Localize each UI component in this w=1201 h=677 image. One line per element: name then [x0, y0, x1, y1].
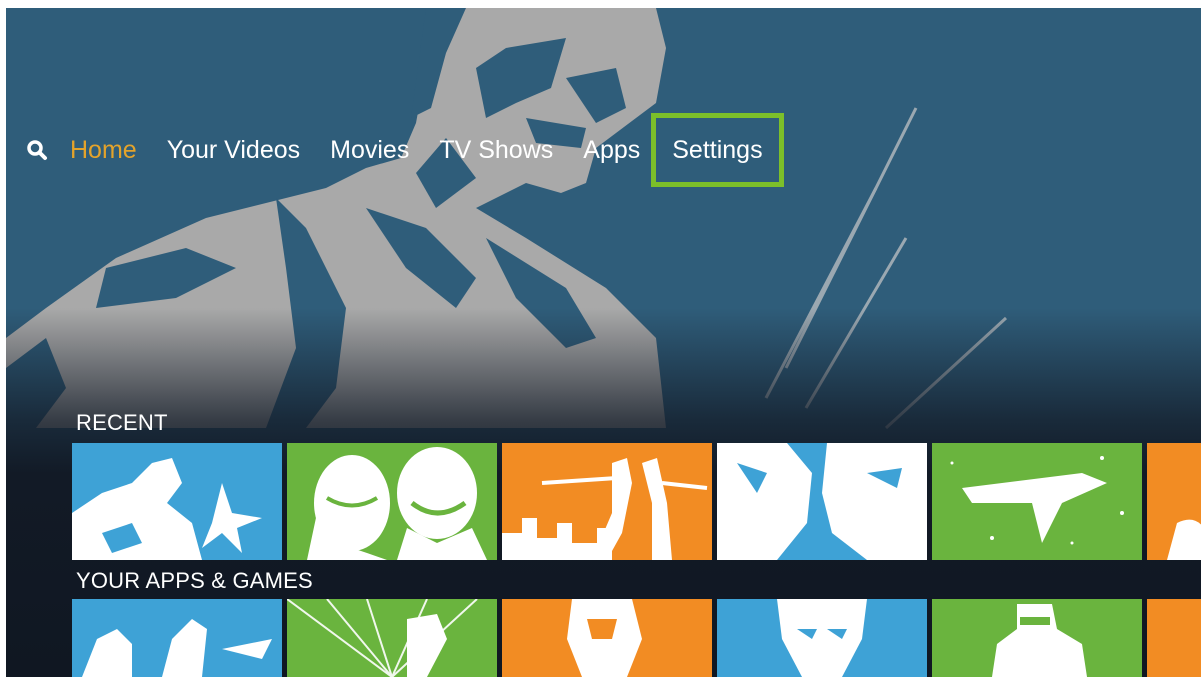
- recent-tile-2[interactable]: [287, 443, 497, 560]
- apps-row-title: YOUR APPS & GAMES: [76, 568, 313, 593]
- nav-item-movies[interactable]: Movies: [330, 128, 409, 172]
- nav-item-tv-shows[interactable]: TV Shows: [439, 128, 553, 172]
- top-nav: Home Your Videos Movies TV Shows Apps Se…: [26, 113, 809, 187]
- apps-tile-2[interactable]: [287, 599, 497, 677]
- apps-tile-5[interactable]: [932, 599, 1142, 677]
- search-icon[interactable]: [26, 139, 48, 161]
- recent-tile-6[interactable]: [1147, 443, 1201, 560]
- apps-tile-3[interactable]: [502, 599, 712, 677]
- recent-tile-3[interactable]: [502, 443, 712, 560]
- apps-tile-1[interactable]: [72, 599, 282, 677]
- apps-tile-4[interactable]: [717, 599, 927, 677]
- nav-item-home[interactable]: Home: [70, 128, 137, 172]
- nav-item-settings[interactable]: Settings: [651, 113, 784, 187]
- recent-tile-1[interactable]: [72, 443, 282, 560]
- apps-row: [72, 599, 1201, 677]
- nav-item-apps[interactable]: Apps: [583, 128, 640, 172]
- fire-tv-home-screen: Home Your Videos Movies TV Shows Apps Se…: [6, 8, 1201, 677]
- recent-row: [72, 443, 1201, 560]
- apps-tile-6[interactable]: [1147, 599, 1201, 677]
- recent-tile-4[interactable]: [717, 443, 927, 560]
- recent-row-title: RECENT: [76, 410, 168, 435]
- nav-item-your-videos[interactable]: Your Videos: [167, 128, 300, 172]
- recent-tile-5[interactable]: [932, 443, 1142, 560]
